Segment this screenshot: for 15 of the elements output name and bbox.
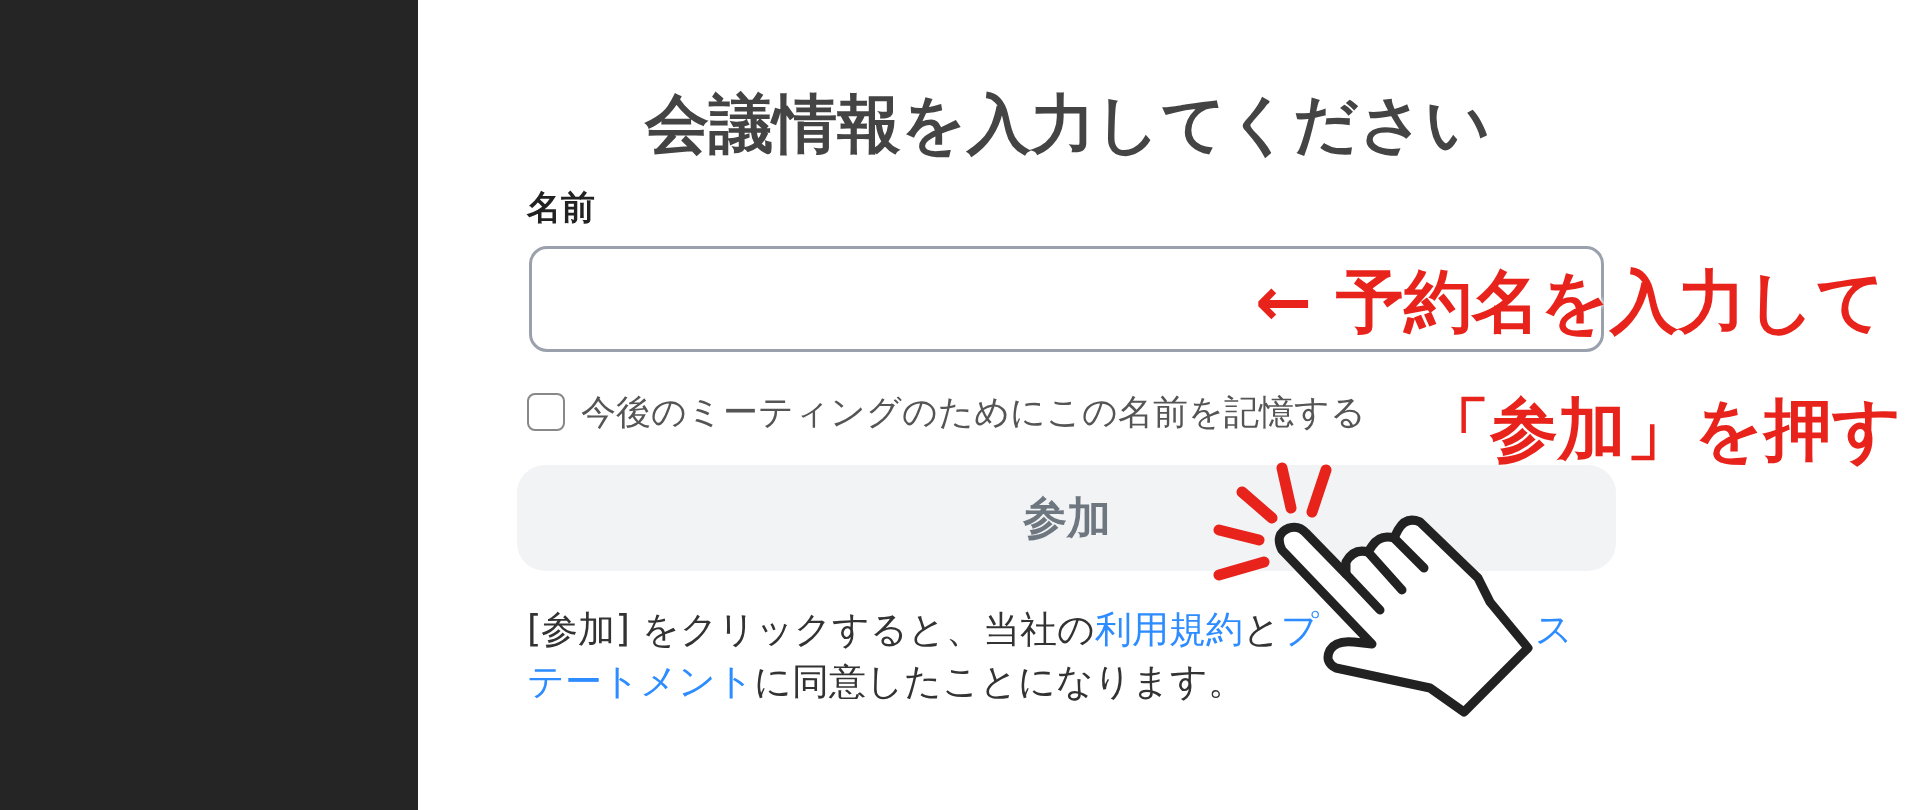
terms-link[interactable]: プ <box>1280 604 1319 655</box>
field-label: 名前 <box>527 190 595 224</box>
page-title: 会議情報を入力してください <box>644 92 1491 156</box>
terms-text: [参加] をクリックすると、当社の <box>527 606 1095 653</box>
checkbox-label: 今後のミーティングのためにこの名前を記憶する <box>581 391 1366 434</box>
terms-text: に同意したことになります。 <box>754 658 1245 705</box>
terms-text: と <box>1242 606 1281 653</box>
terms-link[interactable]: 利用規約 <box>1094 604 1243 655</box>
join-button[interactable]: 参加 <box>517 464 1616 571</box>
terms-link[interactable]: テートメント <box>527 656 754 707</box>
name-input[interactable] <box>529 246 1604 352</box>
checkbox[interactable] <box>527 393 565 432</box>
burst-lines-icon <box>1213 462 1333 582</box>
terms-link[interactable]: ス <box>1535 604 1573 655</box>
annotation-text: ← 予約名を入力して <box>1255 268 1886 336</box>
